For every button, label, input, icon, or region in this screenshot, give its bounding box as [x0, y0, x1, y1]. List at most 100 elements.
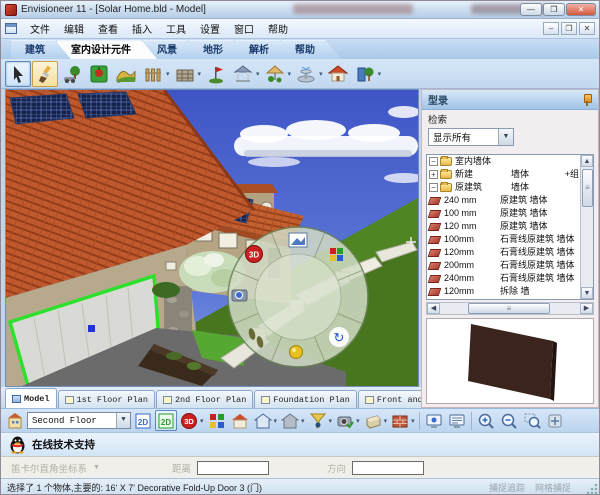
plan-2d-icon[interactable]: 2D — [132, 410, 154, 431]
fence-icon[interactable] — [140, 61, 166, 87]
menu-settings[interactable]: 设置 — [193, 19, 227, 38]
mdi-minimize-button[interactable]: – — [543, 22, 559, 35]
chevron-down-icon[interactable]: ▼ — [116, 413, 130, 428]
brick-caret[interactable]: ▾ — [411, 417, 415, 425]
display-monitor-icon[interactable] — [423, 410, 445, 431]
building-levels-icon[interactable] — [4, 410, 26, 431]
tree-item-wall[interactable]: 240mm石膏线原建筑 墙体 — [427, 272, 593, 285]
tab-interior-design[interactable]: 室内设计元件 — [57, 40, 157, 59]
display-settings-icon[interactable] — [446, 410, 468, 431]
scroll-thumb[interactable] — [468, 303, 550, 314]
chevron-down-icon[interactable]: ▼ — [93, 464, 100, 471]
visual-filter-icon[interactable] — [307, 410, 329, 431]
picture-view-icon[interactable] — [289, 233, 307, 247]
view-tab-foundation[interactable]: Foundation Plan — [254, 390, 357, 408]
flag-pole-icon[interactable] — [203, 61, 229, 87]
mdi-close-button[interactable]: ✕ — [579, 22, 595, 35]
navigation-wheel[interactable]: ↻ 3D — [228, 227, 368, 367]
floor-selector[interactable]: Second Floor ▼ — [27, 412, 131, 429]
view-tab-model[interactable]: Model — [5, 388, 57, 408]
menu-window[interactable]: 窗口 — [227, 19, 261, 38]
slab-caret[interactable]: ▾ — [384, 417, 388, 425]
garden-door-icon[interactable] — [352, 61, 378, 87]
house-gray-caret[interactable]: ▾ — [301, 417, 305, 425]
render-styles-icon[interactable] — [206, 410, 228, 431]
tree-item-wall[interactable]: 100 mm原建筑 墙体 — [427, 207, 593, 220]
minimize-button[interactable]: — — [520, 3, 542, 16]
qq-penguin-icon[interactable] — [9, 435, 26, 454]
expand-icon[interactable]: + — [429, 170, 438, 179]
maximize-button[interactable]: ❐ — [543, 3, 565, 16]
playhouse-icon[interactable] — [325, 61, 351, 87]
snapshot-camera-icon[interactable] — [334, 410, 356, 431]
scroll-right-icon[interactable]: ▶ — [580, 303, 593, 314]
menu-insert[interactable]: 插入 — [125, 19, 159, 38]
pushpin-icon[interactable] — [582, 94, 592, 106]
snap-tracking-toggle[interactable]: 捕捉追踪 — [489, 481, 525, 494]
zoom-in-icon[interactable] — [475, 410, 497, 431]
brick-texture-icon[interactable] — [389, 410, 411, 431]
scroll-down-icon[interactable]: ▼ — [581, 287, 593, 299]
filter-caret[interactable]: ▾ — [329, 417, 333, 425]
resize-grip[interactable] — [585, 482, 598, 495]
collapse-icon[interactable]: − — [429, 183, 438, 192]
solid-slab-icon[interactable] — [362, 410, 384, 431]
house-gray-icon[interactable] — [279, 410, 301, 431]
tree-horizontal-scrollbar[interactable]: ◀ ▶ — [426, 302, 594, 315]
fence-dropdown-caret[interactable]: ▾ — [166, 70, 170, 78]
item-preview-pane[interactable] — [426, 318, 594, 404]
scroll-thumb[interactable] — [582, 169, 593, 207]
camera-caret[interactable]: ▾ — [356, 417, 360, 425]
model-viewport[interactable]: ↻ 3D — [5, 89, 419, 387]
tree-item-wall[interactable]: 240 mm原建筑 墙体 — [427, 194, 593, 207]
menu-file[interactable]: 文件 — [23, 19, 57, 38]
tree-item-wall[interactable]: 120 mm原建筑 墙体 — [427, 220, 593, 233]
menu-help[interactable]: 帮助 — [261, 19, 295, 38]
distance-input[interactable] — [197, 461, 269, 475]
scroll-up-icon[interactable]: ▲ — [581, 155, 593, 167]
gazebo-icon[interactable] — [230, 61, 256, 87]
close-button[interactable]: ✕ — [566, 3, 596, 16]
plant-bed-icon[interactable] — [86, 61, 112, 87]
zoom-window-icon[interactable] — [521, 410, 543, 431]
tree-item-new[interactable]: +新建墙体+组 — [427, 168, 593, 181]
tree-item-interior-walls[interactable]: −室内墙体 — [427, 155, 593, 168]
wall-dropdown-caret[interactable]: ▾ — [198, 70, 202, 78]
support-link[interactable]: 在线技术支持 — [32, 437, 95, 452]
door-dropdown-caret[interactable]: ▾ — [378, 70, 382, 78]
roof-house-icon[interactable] — [229, 410, 251, 431]
plan-2d-active-icon[interactable]: 2D — [155, 410, 177, 431]
selection-handle[interactable] — [88, 325, 95, 332]
retaining-wall-icon[interactable] — [172, 61, 198, 87]
landscaping-icon[interactable] — [59, 61, 85, 87]
view-3d-icon[interactable]: 3D — [178, 410, 200, 431]
zoom-out-icon[interactable] — [498, 410, 520, 431]
patio-umbrella-icon[interactable] — [262, 61, 288, 87]
collapse-icon[interactable]: − — [429, 157, 438, 166]
view-tab-2nd-floor[interactable]: 2nd Floor Plan — [156, 390, 253, 408]
pan-view-icon[interactable] — [544, 410, 566, 431]
select-arrow-icon[interactable] — [5, 61, 31, 87]
tree-item-wall[interactable]: 120mm石膏线原建筑 墙体 — [427, 246, 593, 259]
tree-vertical-scrollbar[interactable]: ▲ ▼ — [580, 155, 593, 299]
mdi-restore-button[interactable]: ❐ — [561, 22, 577, 35]
grid-snap-toggle[interactable]: 网格捕捉 — [535, 481, 571, 494]
coordinate-system-label[interactable]: 笛卡尔直角坐标系 — [11, 461, 87, 475]
umbrella-dropdown-caret[interactable]: ▾ — [288, 70, 292, 78]
tree-item-wall[interactable]: 100mm石膏线原建筑 墙体 — [427, 233, 593, 246]
view-3d-caret[interactable]: ▾ — [200, 417, 204, 425]
filter-dropdown[interactable]: 显示所有 ▼ — [428, 128, 514, 146]
catalog-tree[interactable]: −室内墙体 +新建墙体+组 −原建筑墙体 240 mm原建筑 墙体 100 mm… — [426, 154, 594, 300]
fountain-icon[interactable] — [293, 61, 319, 87]
direction-input[interactable] — [352, 461, 424, 475]
scroll-left-icon[interactable]: ◀ — [427, 303, 440, 314]
document-icon[interactable] — [5, 23, 17, 34]
terrain-feature-icon[interactable] — [113, 61, 139, 87]
tree-item-wall[interactable]: 120mm拆除 墙 — [427, 285, 593, 298]
fountain-dropdown-caret[interactable]: ▾ — [319, 70, 323, 78]
house-outline-icon[interactable] — [252, 410, 274, 431]
paint-brush-icon[interactable] — [32, 61, 58, 87]
camera-render-icon[interactable] — [232, 290, 247, 301]
view-tab-1st-floor[interactable]: 1st Floor Plan — [58, 390, 155, 408]
house-outline-caret[interactable]: ▾ — [274, 417, 278, 425]
